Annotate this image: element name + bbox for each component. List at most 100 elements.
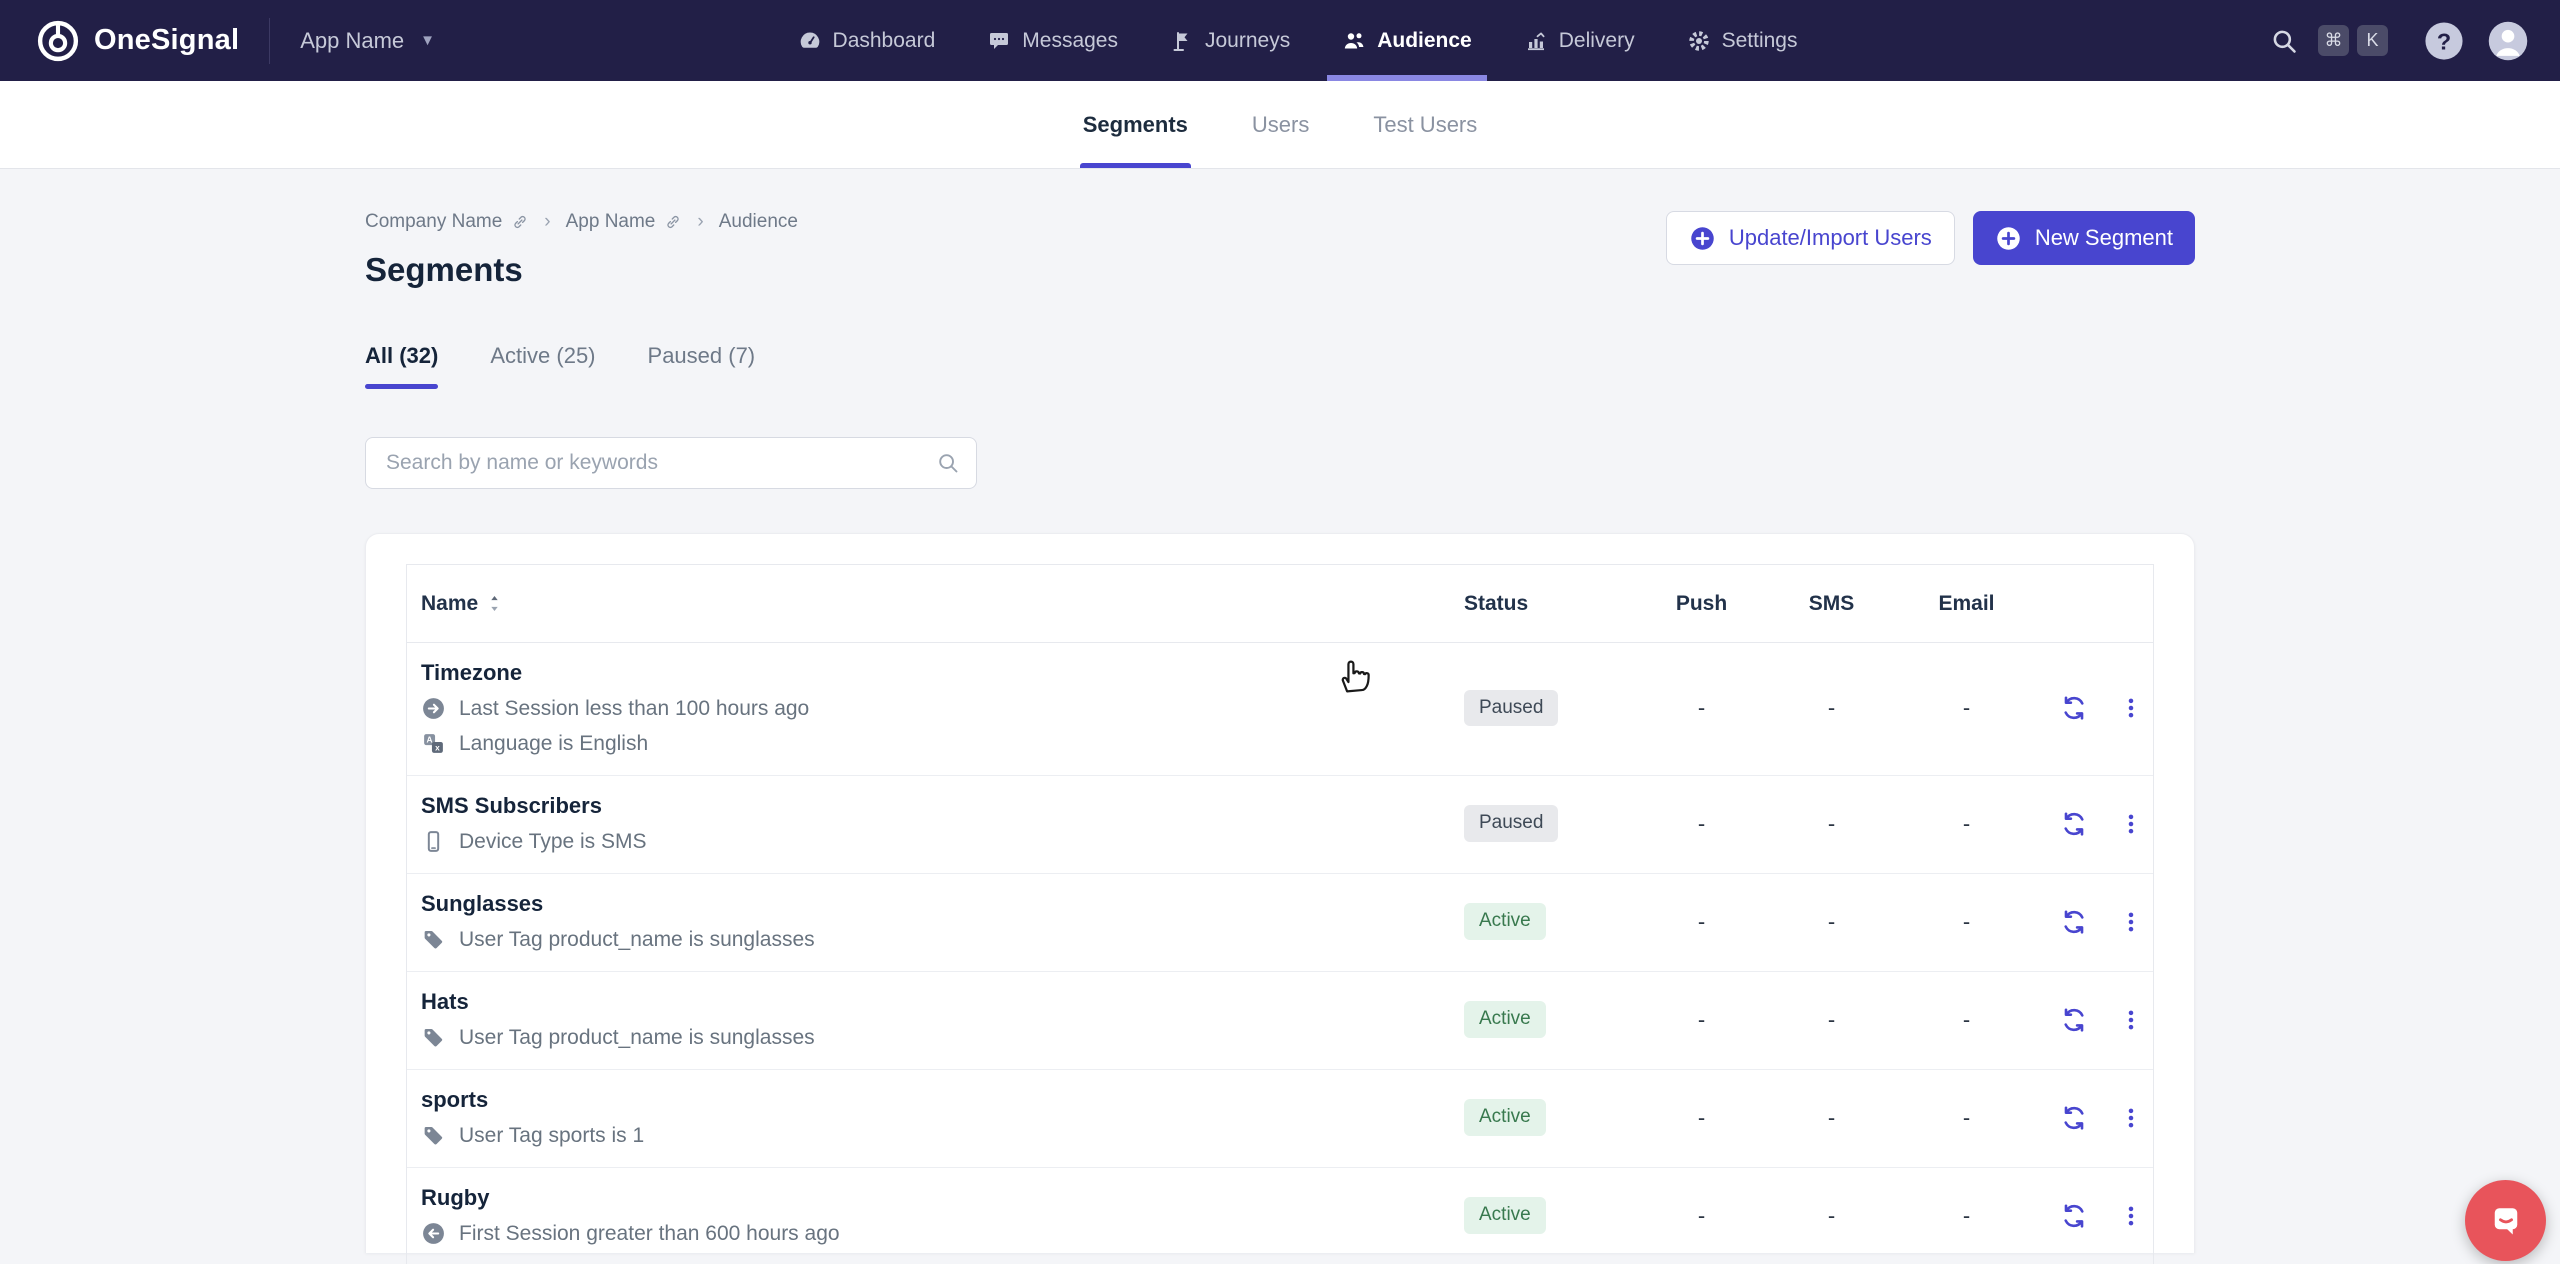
nav-item-journeys[interactable]: Journeys (1161, 0, 1299, 81)
tab-label: Segments (1083, 112, 1188, 138)
nav-item-settings[interactable]: Settings (1678, 0, 1807, 81)
sms-count: - (1769, 1105, 1894, 1131)
search-icon[interactable] (2270, 27, 2298, 55)
refresh-segment-button[interactable] (2059, 693, 2089, 723)
search-input[interactable] (386, 451, 936, 475)
refresh-segment-button[interactable] (2059, 907, 2089, 937)
refresh-segment-button[interactable] (2059, 809, 2089, 839)
table-row[interactable]: sportsUser Tag sports is 1Active--- (407, 1070, 2153, 1168)
status-badge: Active (1464, 903, 1546, 940)
segment-criterion: First Session greater than 600 hours ago (421, 1221, 1464, 1246)
tag-icon (421, 1025, 446, 1050)
help-button[interactable]: ? (2422, 19, 2466, 63)
sms-count: - (1769, 1007, 1894, 1033)
top-nav: OneSignal App Name ▼ Dashboard Messages Jo… (0, 0, 2560, 81)
table-row[interactable]: TimezoneLast Session less than 100 hours… (407, 643, 2153, 776)
nav-item-label: Audience (1377, 29, 1472, 53)
tab-users[interactable]: Users (1249, 81, 1312, 168)
nav-item-label: Settings (1722, 29, 1798, 53)
tab-label: Test Users (1373, 112, 1477, 138)
avatar[interactable] (2486, 19, 2530, 63)
nav-item-messages[interactable]: Messages (978, 0, 1127, 81)
journeys-icon (1170, 29, 1194, 53)
push-count: - (1634, 695, 1769, 721)
column-header-name[interactable]: Name (407, 592, 1464, 616)
new-segment-button[interactable]: New Segment (1973, 211, 2195, 265)
breadcrumb-item-company-name[interactable]: Company Name (365, 211, 529, 233)
refresh-segment-button[interactable] (2059, 1201, 2089, 1231)
breadcrumb-item-audience: Audience (719, 211, 798, 233)
tag-icon (421, 927, 446, 952)
push-count: - (1634, 1203, 1769, 1229)
criterion-text: First Session greater than 600 hours ago (459, 1222, 840, 1246)
nav-item-delivery[interactable]: Delivery (1515, 0, 1644, 81)
email-count: - (1894, 811, 2039, 837)
plus-circle-icon (1689, 225, 1716, 252)
table-row[interactable]: SMS Subscribers Device Type is SMS Paused -… (407, 776, 2153, 874)
first-session-icon (421, 1221, 446, 1246)
tab-test-users[interactable]: Test Users (1370, 81, 1480, 168)
row-menu-button[interactable] (2118, 909, 2144, 935)
column-header-email: Email (1894, 592, 2039, 616)
segment-name: sports (421, 1087, 1464, 1113)
filter-tab-active-25[interactable]: Active (25) (490, 343, 595, 389)
push-count: - (1634, 1007, 1769, 1033)
link-icon (511, 213, 529, 231)
filter-tab-label: Active (25) (490, 343, 595, 368)
nav-item-audience[interactable]: Audience (1333, 0, 1481, 81)
tag-icon (421, 1123, 446, 1148)
app-selector-label: App Name (300, 28, 404, 54)
update-import-users-label: Update/Import Users (1729, 225, 1932, 251)
shortcut-keycaps: ⌘K (2318, 25, 2388, 56)
brand-name: OneSignal (94, 24, 239, 57)
delivery-icon (1524, 29, 1548, 53)
update-import-users-button[interactable]: Update/Import Users (1666, 211, 1955, 265)
row-menu-button[interactable] (2118, 695, 2144, 721)
criterion-text: Device Type is SMS (459, 830, 647, 854)
status-badge: Paused (1464, 805, 1558, 842)
criterion-text: User Tag product_name is sunglasses (459, 1026, 815, 1050)
row-menu-button[interactable] (2118, 811, 2144, 837)
segment-name: SMS Subscribers (421, 793, 1464, 819)
refresh-segment-button[interactable] (2059, 1103, 2089, 1133)
status-badge: Active (1464, 1001, 1546, 1038)
column-header-label: Name (421, 592, 478, 616)
email-count: - (1894, 695, 2039, 721)
table-row[interactable]: SunglassesUser Tag product_name is sungl… (407, 874, 2153, 972)
chevron-right-icon: › (544, 211, 550, 233)
email-count: - (1894, 1105, 2039, 1131)
audience-subnav: Segments Users Test Users (0, 81, 2560, 169)
sms-count: - (1769, 909, 1894, 935)
tab-segments[interactable]: Segments (1080, 81, 1191, 168)
breadcrumb-item-app-name[interactable]: App Name (566, 211, 683, 233)
table-row[interactable]: Hats User Tag product_name is sunglasses A… (407, 972, 2153, 1070)
filter-tab-all-32[interactable]: All (32) (365, 343, 438, 389)
segment-name: Rugby (421, 1185, 1464, 1211)
row-menu-button[interactable] (2118, 1105, 2144, 1131)
segment-criterion: Device Type is SMS (421, 829, 1464, 854)
row-menu-button[interactable] (2118, 1203, 2144, 1229)
keycap: K (2357, 25, 2388, 56)
app-selector-dropdown[interactable]: App Name ▼ (300, 28, 435, 54)
column-header-label: SMS (1809, 592, 1855, 616)
onesignal-logo[interactable]: OneSignal (36, 19, 239, 63)
tab-label: Users (1252, 112, 1309, 138)
table-row[interactable]: Rugby First Session greater than 600 hour… (407, 1168, 2153, 1264)
svg-text:x: x (435, 742, 440, 752)
plus-circle-icon (1995, 225, 2022, 252)
segment-name: Hats (421, 989, 1464, 1015)
page-title: Segments (365, 251, 798, 289)
nav-item-label: Messages (1022, 29, 1118, 53)
chevron-down-icon: ▼ (420, 32, 435, 49)
status-badge: Paused (1464, 690, 1558, 727)
breadcrumb-label: App Name (566, 211, 656, 233)
filter-tab-paused-7[interactable]: Paused (7) (648, 343, 756, 389)
segment-name: Timezone (421, 660, 1464, 686)
chat-launcher-button[interactable] (2465, 1180, 2546, 1261)
search-icon (936, 451, 960, 475)
breadcrumb-label: Audience (719, 211, 798, 233)
row-menu-button[interactable] (2118, 1007, 2144, 1033)
refresh-segment-button[interactable] (2059, 1005, 2089, 1035)
nav-item-label: Dashboard (833, 29, 936, 53)
nav-item-dashboard[interactable]: Dashboard (789, 0, 945, 81)
